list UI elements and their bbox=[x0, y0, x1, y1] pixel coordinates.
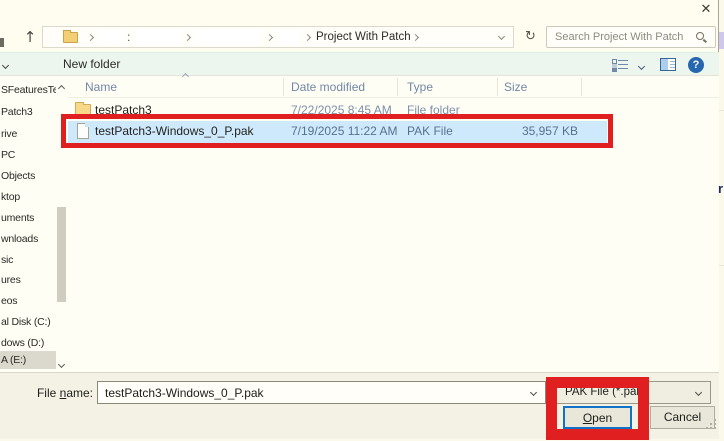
resize-grip[interactable] bbox=[706, 427, 708, 429]
breadcrumb-separator-icon bbox=[87, 34, 94, 41]
sidebar-item[interactable]: SFeaturesTer bbox=[1, 84, 56, 99]
view-options-chevron-icon[interactable] bbox=[638, 63, 645, 70]
open-file-dialog: ✕ ↑ : Project With Patch ↻ New bbox=[0, 0, 719, 439]
address-bar[interactable]: : Project With Patch bbox=[42, 26, 514, 48]
column-header-date[interactable]: Date modified bbox=[291, 80, 365, 94]
sidebar-item[interactable]: PC bbox=[1, 149, 56, 164]
redacted-breadcrumb-segment bbox=[136, 29, 181, 45]
list-header: Name Date modified Type Size bbox=[68, 76, 719, 98]
background-separator bbox=[719, 110, 724, 111]
breadcrumb-colon: : bbox=[127, 30, 130, 44]
help-button[interactable]: ? bbox=[688, 57, 704, 73]
breadcrumb-separator-icon bbox=[266, 34, 273, 41]
search-box[interactable] bbox=[546, 26, 716, 48]
navigate-up-button[interactable]: ↑ bbox=[20, 26, 40, 48]
annotation-box-selected-file bbox=[61, 114, 613, 148]
sidebar-item[interactable]: al Disk (C:) bbox=[1, 316, 56, 331]
close-icon[interactable]: ✕ bbox=[696, 1, 716, 19]
background-text-fragment: r bbox=[718, 181, 724, 196]
sidebar-item[interactable]: eos bbox=[1, 295, 56, 310]
change-view-icon[interactable] bbox=[612, 58, 630, 71]
redacted-breadcrumb-segment bbox=[277, 29, 299, 45]
address-dropdown-icon[interactable] bbox=[498, 33, 505, 40]
sidebar-item[interactable]: Objects bbox=[1, 170, 56, 185]
column-separator bbox=[283, 78, 284, 96]
breadcrumb-separator-icon bbox=[304, 34, 311, 41]
cancel-button[interactable]: Cancel bbox=[650, 406, 715, 429]
breadcrumb-current-folder[interactable]: Project With Patch bbox=[316, 31, 411, 43]
background-app-accent bbox=[719, 32, 724, 49]
file-name-label: File name: bbox=[20, 386, 93, 400]
sidebar-item[interactable]: uments bbox=[1, 212, 56, 227]
file-name-combobox[interactable] bbox=[97, 381, 546, 404]
chevron-down-icon[interactable] bbox=[695, 389, 702, 396]
sidebar-item[interactable]: Patch3 bbox=[1, 106, 56, 121]
folder-icon bbox=[63, 32, 78, 43]
chevron-down-icon[interactable] bbox=[530, 389, 537, 396]
breadcrumb-separator-icon bbox=[412, 34, 419, 41]
sidebar-item[interactable]: ures bbox=[1, 274, 56, 289]
search-icon bbox=[696, 32, 704, 40]
sidebar-item[interactable]: wnloads bbox=[1, 233, 56, 248]
command-toolbar: New folder ? bbox=[0, 52, 719, 76]
breadcrumb-separator-icon bbox=[184, 34, 191, 41]
column-separator bbox=[497, 78, 498, 96]
cutoff-nav-fragment bbox=[0, 38, 4, 47]
refresh-button[interactable]: ↻ bbox=[518, 26, 543, 48]
background-separator bbox=[719, 265, 724, 266]
new-folder-button[interactable]: New folder bbox=[63, 57, 120, 71]
background-app-strip bbox=[719, 0, 724, 441]
column-header-size[interactable]: Size bbox=[504, 80, 527, 94]
sidebar-item[interactable]: dows (D:) bbox=[1, 337, 56, 352]
preview-pane-icon[interactable] bbox=[660, 58, 676, 71]
file-name-input[interactable] bbox=[99, 383, 524, 402]
sidebar-scrollbar-thumb[interactable] bbox=[57, 207, 66, 302]
sidebar-item[interactable]: rive bbox=[1, 128, 56, 143]
sidebar-scroll-up-icon[interactable] bbox=[58, 85, 65, 92]
sidebar-scroll-down-icon[interactable] bbox=[58, 361, 65, 368]
column-separator bbox=[581, 78, 582, 96]
redacted-breadcrumb-segment bbox=[195, 29, 259, 45]
annotation-box-open-button bbox=[546, 377, 649, 440]
redacted-breadcrumb-segment bbox=[99, 29, 125, 45]
chevron-down-icon bbox=[2, 62, 9, 69]
column-separator bbox=[397, 78, 398, 96]
sidebar-item-selected[interactable]: A (E:) bbox=[1, 354, 56, 369]
search-input[interactable] bbox=[549, 28, 689, 46]
column-header-name[interactable]: Name bbox=[85, 80, 117, 94]
column-header-type[interactable]: Type bbox=[407, 80, 433, 94]
screenshot-root: ✕ ↑ : Project With Patch ↻ New bbox=[0, 0, 724, 441]
sidebar-item[interactable]: ktop bbox=[1, 191, 56, 206]
sidebar-item[interactable]: sic bbox=[1, 254, 56, 269]
